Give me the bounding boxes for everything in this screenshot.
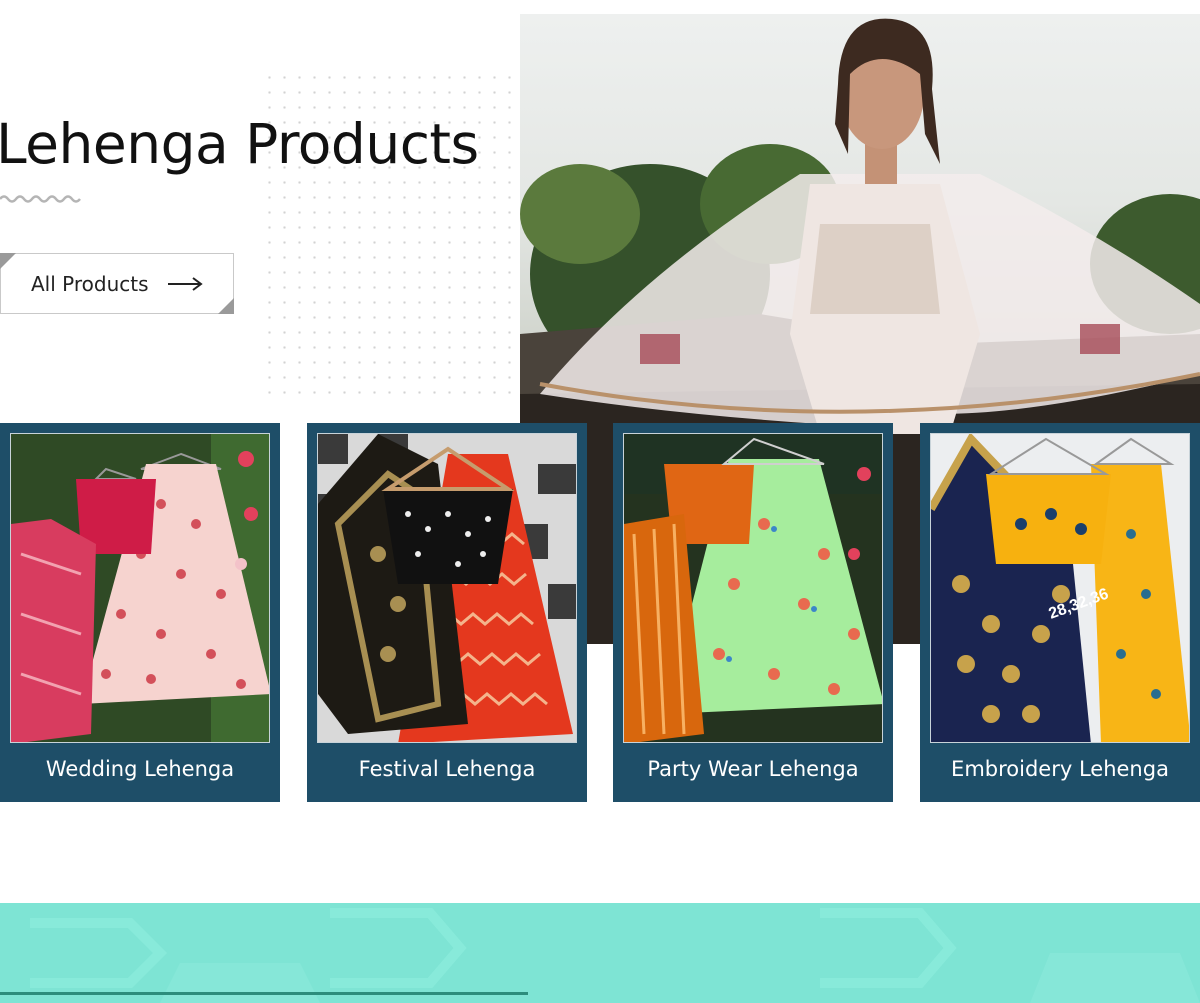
card-label: Wedding Lehenga bbox=[45, 757, 235, 781]
card-label: Embroidery Lehenga bbox=[951, 757, 1169, 781]
footer-teal-band bbox=[0, 903, 1200, 1003]
category-card-festival-lehenga[interactable]: Festival Lehenga bbox=[307, 423, 587, 802]
category-card-embroidery-lehenga[interactable]: 28,32,36 Embroidery Lehenga bbox=[920, 423, 1200, 802]
category-card-party-wear-lehenga[interactable]: Party Wear Lehenga bbox=[613, 423, 893, 802]
embroidery-lehenga-image: 28,32,36 bbox=[930, 433, 1190, 743]
card-label: Party Wear Lehenga bbox=[647, 757, 859, 781]
button-corner-decoration bbox=[0, 253, 16, 269]
category-card-wedding-lehenga[interactable]: Wedding Lehenga bbox=[0, 423, 280, 802]
page-title: Lehenga Products bbox=[0, 112, 479, 176]
wedding-lehenga-image bbox=[10, 433, 270, 743]
title-underline-squiggle bbox=[0, 195, 81, 203]
festival-lehenga-image bbox=[317, 433, 577, 743]
band-divider-line bbox=[0, 992, 528, 995]
party-wear-lehenga-image bbox=[623, 433, 883, 743]
all-products-label: All Products bbox=[31, 271, 149, 296]
arrow-right-icon bbox=[167, 276, 203, 291]
button-corner-decoration bbox=[218, 298, 234, 314]
all-products-button[interactable]: All Products bbox=[0, 253, 234, 314]
card-label: Festival Lehenga bbox=[358, 757, 536, 781]
